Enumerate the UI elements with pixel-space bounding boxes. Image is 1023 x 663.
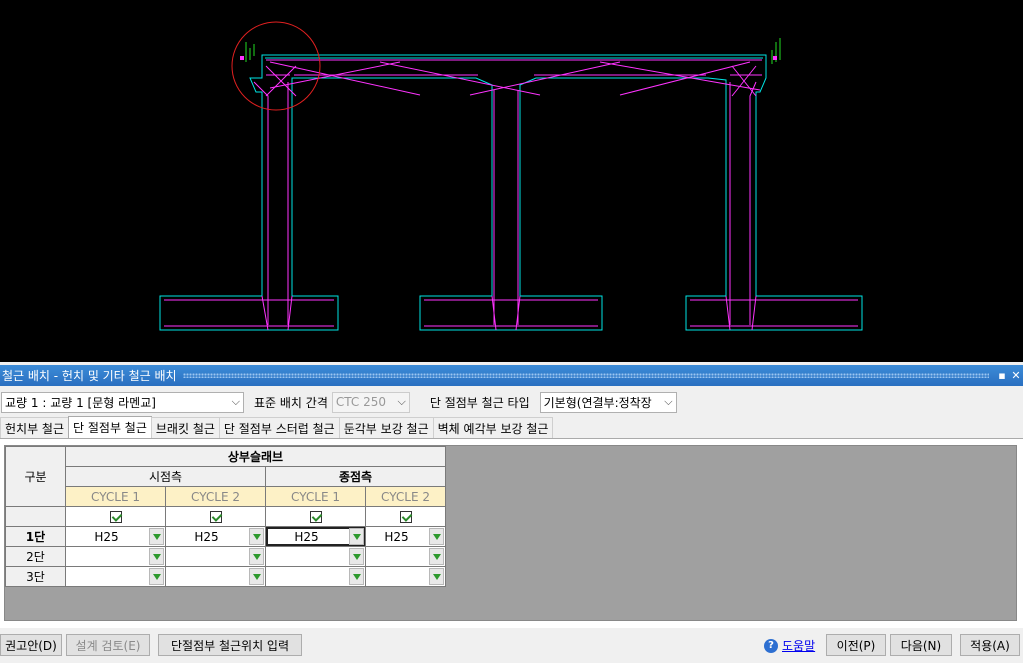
tab-node-stirrup-rebar[interactable]: 단 절점부 스터럽 철근 <box>218 417 340 438</box>
rebar-cell[interactable]: H25 <box>165 526 266 547</box>
next-button[interactable]: 다음(N) <box>890 634 952 656</box>
dropdown-arrow-icon[interactable] <box>349 528 364 545</box>
bottom-button-bar: 권고안(D) 설계 검토(E) 단절점부 철근위치 입력 ? 도움말 이전(P)… <box>0 632 1023 658</box>
rebar-cell[interactable] <box>165 546 266 567</box>
grid-check-cell <box>265 506 366 527</box>
tab-wall-acute-reinforce-rebar[interactable]: 벽체 예각부 보강 철근 <box>432 417 554 438</box>
grid-check-cell <box>65 506 166 527</box>
rebar-cell[interactable] <box>365 566 446 587</box>
help-icon: ? <box>764 638 778 653</box>
grid-header-end-side: 종점측 <box>265 466 446 487</box>
rebar-cell[interactable] <box>265 546 366 567</box>
dropdown-arrow-icon[interactable] <box>349 548 364 565</box>
type-select-value: 기본형(연결부:정착장 <box>543 395 652 410</box>
chevron-down-icon: ⌵ <box>231 394 240 408</box>
row-label: 2단 <box>5 546 66 567</box>
cycle-checkbox[interactable] <box>209 511 222 523</box>
bridge-select[interactable]: 교량 1 : 교량 1 [문형 라멘교] ⌵ <box>1 391 244 413</box>
panel-titlebar[interactable]: 철근 배치 - 헌치 및 기타 철근 배치 ▪ ✕ <box>0 365 1023 386</box>
grid-check-cell <box>165 506 266 527</box>
chevron-down-icon: ⌵ <box>664 394 673 408</box>
type-label: 단 절점부 철근 타입 <box>429 395 530 410</box>
rebar-grid-area: 구분 상부슬래브 시점측 종점측 CYCLE 1 CYCLE 2 CYCLE 1… <box>4 445 1017 621</box>
spacing-select-value: CTC 250 <box>335 395 386 409</box>
grid-header-cycle: CYCLE 1 <box>65 486 166 507</box>
grid-check-row-header <box>5 506 66 527</box>
titlebar-grip <box>182 373 989 378</box>
pin-icon[interactable]: ▪ <box>995 369 1009 382</box>
dropdown-arrow-icon[interactable] <box>429 568 444 585</box>
design-review-button[interactable]: 설계 검토(E) <box>66 634 150 656</box>
tab-obtuse-reinforce-rebar[interactable]: 둔각부 보강 철근 <box>338 417 434 438</box>
cycle-checkbox[interactable] <box>399 511 412 523</box>
panel-title: 철근 배치 - 헌치 및 기타 철근 배치 <box>2 369 177 383</box>
rebar-cell[interactable] <box>165 566 266 587</box>
spacing-label: 표준 배치 간격 <box>254 395 328 410</box>
options-row: 교량 1 : 교량 1 [문형 라멘교] ⌵ 표준 배치 간격 CTC 250 … <box>0 389 1023 415</box>
dropdown-arrow-icon[interactable] <box>149 528 164 545</box>
help-link[interactable]: 도움말 <box>782 637 815 654</box>
rebar-cell[interactable] <box>65 566 166 587</box>
row-label: 3단 <box>5 566 66 587</box>
focus-marker <box>231 21 321 111</box>
rebar-cell[interactable]: H25 <box>265 526 366 547</box>
rebar-cell[interactable]: H25 <box>65 526 166 547</box>
dropdown-arrow-icon[interactable] <box>349 568 364 585</box>
frame-bridge-drawing <box>159 21 863 331</box>
recommend-button[interactable]: 권고안(D) <box>0 634 62 656</box>
prev-button[interactable]: 이전(P) <box>826 634 886 656</box>
bridge-select-value: 교량 1 : 교량 1 [문형 라멘교] <box>5 395 156 410</box>
rebar-cell[interactable] <box>65 546 166 567</box>
cad-viewport[interactable] <box>0 0 1023 362</box>
chevron-down-icon: ⌵ <box>397 394 406 408</box>
table-row: 1단 H25 H25 H25 H25 <box>5 526 446 547</box>
row-label: 1단 <box>5 526 66 547</box>
rebar-grid: 구분 상부슬래브 시점측 종점측 CYCLE 1 CYCLE 2 CYCLE 1… <box>5 446 446 587</box>
grid-header-cycle: CYCLE 2 <box>365 486 446 507</box>
grid-check-cell <box>365 506 446 527</box>
grid-header-start-side: 시점측 <box>65 466 266 487</box>
dropdown-arrow-icon[interactable] <box>149 568 164 585</box>
dropdown-arrow-icon[interactable] <box>249 568 264 585</box>
cycle-checkbox[interactable] <box>309 511 322 523</box>
dropdown-arrow-icon[interactable] <box>149 548 164 565</box>
dropdown-arrow-icon[interactable] <box>249 548 264 565</box>
grid-header-cycle: CYCLE 1 <box>265 486 366 507</box>
help-link-group[interactable]: ? 도움말 <box>764 637 815 654</box>
apply-button[interactable]: 적용(A) <box>960 634 1020 656</box>
tab-node-rebar[interactable]: 단 절점부 철근 <box>68 416 152 438</box>
table-row: 3단 <box>5 566 446 587</box>
tab-strip: 헌치부 철근 단 절점부 철근 브래킷 철근 단 절점부 스터럽 철근 둔각부 … <box>0 416 554 438</box>
tab-haunch-rebar[interactable]: 헌치부 철근 <box>0 417 70 438</box>
type-select[interactable]: 기본형(연결부:정착장 ⌵ <box>539 391 677 413</box>
table-row: 2단 <box>5 546 446 567</box>
node-rebar-position-button[interactable]: 단절점부 철근위치 입력 <box>158 634 302 656</box>
dropdown-arrow-icon[interactable] <box>249 528 264 545</box>
rebar-cell[interactable] <box>265 566 366 587</box>
cycle-checkbox[interactable] <box>109 511 122 523</box>
spacing-select[interactable]: CTC 250 ⌵ <box>331 391 410 413</box>
close-icon[interactable]: ✕ <box>1009 369 1023 382</box>
tab-bracket-rebar[interactable]: 브래킷 철근 <box>150 417 220 438</box>
dropdown-arrow-icon[interactable] <box>429 548 444 565</box>
grid-header-cycle: CYCLE 2 <box>165 486 266 507</box>
rebar-cell[interactable]: H25 <box>365 526 446 547</box>
rebar-cell[interactable] <box>365 546 446 567</box>
grid-header-upper-slab: 상부슬래브 <box>65 446 446 467</box>
grid-header-category: 구분 <box>5 446 66 507</box>
tab-content: 구분 상부슬래브 시점측 종점측 CYCLE 1 CYCLE 2 CYCLE 1… <box>0 438 1023 628</box>
dropdown-arrow-icon[interactable] <box>429 528 444 545</box>
